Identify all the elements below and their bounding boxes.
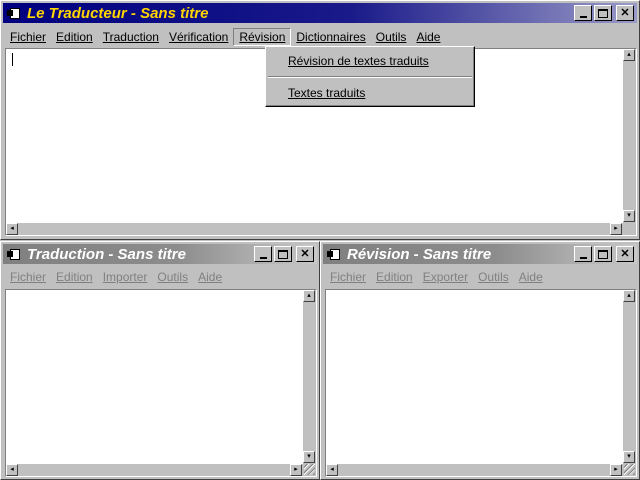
revision-menubar: Fichier Edition Exporter Outils Aide: [325, 267, 637, 287]
translation-text-area[interactable]: ▴ ▾ ◂ ▸: [5, 289, 317, 477]
scroll-left-button[interactable]: ◂: [326, 464, 338, 476]
menu-item-textes-traduits[interactable]: Textes traduits: [266, 82, 474, 104]
scroll-down-button[interactable]: ▾: [303, 451, 315, 463]
close-button[interactable]: ✕: [296, 246, 314, 262]
menu-separator: [268, 76, 472, 78]
resize-grip[interactable]: [623, 223, 636, 235]
close-icon: ✕: [620, 6, 630, 19]
minimize-button[interactable]: [574, 246, 592, 262]
scroll-right-button[interactable]: ▸: [290, 464, 302, 476]
document-icon[interactable]: [327, 248, 341, 261]
scroll-down-button[interactable]: ▾: [623, 210, 635, 222]
close-button[interactable]: ✕: [616, 246, 634, 262]
translation-window: Traduction - Sans titre ✕ Fichier Editio…: [0, 241, 320, 480]
document-icon[interactable]: [7, 248, 21, 261]
scroll-left-button[interactable]: ◂: [6, 223, 18, 235]
revision-dropdown: Révision de textes traduits Textes tradu…: [265, 46, 475, 107]
menu-outils[interactable]: Outils: [473, 268, 514, 286]
menu-revision[interactable]: Révision: [233, 28, 292, 46]
menu-edition[interactable]: Edition: [371, 268, 418, 286]
maximize-icon: [598, 8, 608, 18]
menu-fichier[interactable]: Fichier: [5, 28, 51, 46]
maximize-button[interactable]: [274, 246, 292, 262]
menu-importer[interactable]: Importer: [98, 268, 153, 286]
maximize-icon: [598, 249, 608, 259]
translation-menubar: Fichier Edition Importer Outils Aide: [5, 267, 317, 287]
menu-outils[interactable]: Outils: [152, 268, 193, 286]
minimize-button[interactable]: [574, 5, 592, 21]
menu-aide[interactable]: Aide: [411, 28, 445, 46]
scroll-down-button[interactable]: ▾: [623, 451, 635, 463]
revision-title: Révision - Sans titre: [347, 245, 492, 263]
close-button[interactable]: ✕: [616, 5, 634, 21]
main-menubar: Fichier Edition Traduction Vérification …: [5, 27, 637, 47]
close-icon: ✕: [300, 247, 310, 260]
resize-grip[interactable]: [623, 464, 636, 476]
menu-edition[interactable]: Edition: [51, 268, 98, 286]
minimize-icon: [259, 256, 267, 259]
scroll-up-button[interactable]: ▴: [623, 49, 635, 61]
maximize-button[interactable]: [594, 5, 612, 21]
vertical-scrollbar[interactable]: ▴ ▾: [623, 290, 636, 464]
scroll-right-button[interactable]: ▸: [610, 464, 622, 476]
revision-title-bar[interactable]: Révision - Sans titre ✕: [323, 244, 637, 264]
main-title-bar[interactable]: Le Traducteur - Sans titre ✕: [3, 3, 637, 23]
menu-fichier[interactable]: Fichier: [325, 268, 371, 286]
scroll-right-button[interactable]: ▸: [610, 223, 622, 235]
translation-title: Traduction - Sans titre: [27, 245, 186, 263]
minimize-button[interactable]: [254, 246, 272, 262]
menu-fichier[interactable]: Fichier: [5, 268, 51, 286]
window-title: Le Traducteur - Sans titre: [27, 4, 209, 22]
scroll-up-button[interactable]: ▴: [623, 290, 635, 302]
minimize-icon: [579, 15, 587, 18]
main-window: Le Traducteur - Sans titre ✕ Fichier Edi…: [0, 0, 640, 240]
scroll-left-button[interactable]: ◂: [6, 464, 18, 476]
close-icon: ✕: [620, 247, 630, 260]
scroll-up-button[interactable]: ▴: [303, 290, 315, 302]
maximize-button[interactable]: [594, 246, 612, 262]
menu-aide[interactable]: Aide: [193, 268, 227, 286]
vertical-scrollbar[interactable]: ▴ ▾: [303, 290, 316, 464]
document-icon[interactable]: [7, 7, 21, 20]
menu-traduction[interactable]: Traduction: [98, 28, 164, 46]
horizontal-scrollbar[interactable]: ◂ ▸: [6, 223, 623, 235]
revision-text-area[interactable]: ▴ ▾ ◂ ▸: [325, 289, 637, 477]
maximize-icon: [278, 249, 288, 259]
revision-window: Révision - Sans titre ✕ Fichier Edition …: [320, 241, 640, 480]
menu-item-revision-textes[interactable]: Révision de textes traduits: [266, 50, 474, 72]
menu-dictionnaires[interactable]: Dictionnaires: [291, 28, 370, 46]
menu-exporter[interactable]: Exporter: [418, 268, 473, 286]
resize-grip[interactable]: [303, 464, 316, 476]
horizontal-scrollbar[interactable]: ◂ ▸: [326, 464, 623, 476]
menu-verification[interactable]: Vérification: [164, 28, 233, 46]
menu-aide[interactable]: Aide: [514, 268, 548, 286]
text-caret: [12, 53, 13, 66]
horizontal-scrollbar[interactable]: ◂ ▸: [6, 464, 303, 476]
menu-edition[interactable]: Edition: [51, 28, 98, 46]
minimize-icon: [579, 256, 587, 259]
menu-outils[interactable]: Outils: [371, 28, 412, 46]
vertical-scrollbar[interactable]: ▴ ▾: [623, 49, 636, 223]
translation-title-bar[interactable]: Traduction - Sans titre ✕: [3, 244, 317, 264]
